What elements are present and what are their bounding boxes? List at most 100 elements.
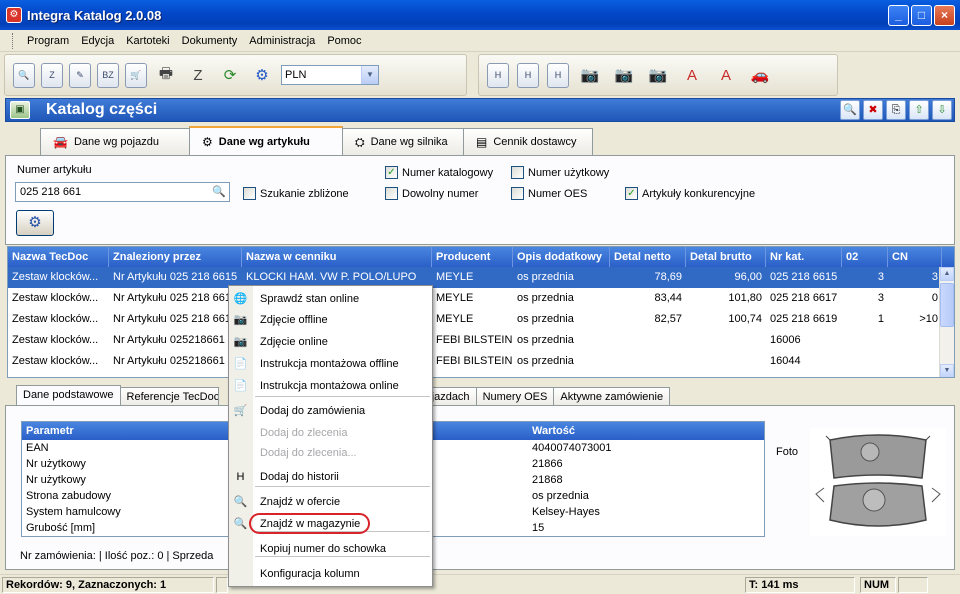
status-bar: Rekordów: 9, Zaznaczonych: 1 T: 141 ms N… [0,574,960,594]
camera-online-icon[interactable]: 📷 [611,62,637,88]
filter-numer-uzytkowy[interactable]: Numer użytkowy [511,166,609,179]
table-cell [888,330,942,351]
checkbox-box[interactable]: ✓ [625,187,638,200]
context-menu-item-zdjecie-offline[interactable]: 📷 Zdjęcie offline [229,310,432,330]
printer-icon[interactable]: 🖶 [153,62,179,88]
maximize-button[interactable]: □ [911,5,932,26]
globe-refresh-icon[interactable]: ⟳ [217,62,243,88]
col-02[interactable]: 02 [842,247,888,267]
subtab-aktywne-zamowienie[interactable]: Aktywne zamówienie [553,387,671,406]
tab-cennik-dostawcy[interactable]: ▤ Cennik dostawcy [463,128,593,155]
col-detal-brutto[interactable]: Detal brutto [686,247,766,267]
search-button[interactable]: ⚙ [16,210,54,236]
header-gear-icon[interactable]: H [547,62,569,88]
col-nazwa-tecdoc[interactable]: Nazwa TecDoc [8,247,109,267]
col-wartosc[interactable]: Wartość [528,422,575,440]
checkbox-box[interactable]: ✓ [385,166,398,179]
settings-globe-icon[interactable]: ⚙ [249,62,275,88]
table-cell: 96,00 [734,271,762,283]
filter-artykuly-konkurencyjne[interactable]: ✓ Artykuły konkurencyjne [625,187,755,200]
context-menu-item-konfiguracja-kolumn[interactable]: Konfiguracja kolumn [229,564,432,584]
col-nazwa-w-cenniku[interactable]: Nazwa w cenniku [242,247,432,267]
col-producent[interactable]: Producent [432,247,513,267]
grid-scrollbar[interactable]: ▲ ▼ [939,267,954,377]
table-row[interactable]: Zestaw klocków... Nr Artykułu 025 218 661… [8,288,942,309]
checkbox-box[interactable] [243,187,256,200]
minimize-button[interactable]: _ [888,5,909,26]
table-row[interactable]: Zestaw klocków... Nr Artykułu 025218661 FE… [8,330,942,351]
app-logo-icon: ⚙ [6,7,22,23]
col-cn[interactable]: CN [888,247,942,267]
scroll-down-icon[interactable]: ▼ [940,364,954,377]
chevron-down-icon[interactable]: ▼ [361,66,378,84]
subtab-dane-podstawowe[interactable]: Dane podstawowe [16,385,121,406]
car-info-icon[interactable]: 🚗 [747,62,773,88]
document-z-icon[interactable]: Z [41,62,63,88]
menu-pomoc[interactable]: Pomoc [321,35,367,47]
table-row[interactable]: Zestaw klocków... Nr Artykułu 025 218 661… [8,309,942,330]
camera-offline-icon[interactable]: 📷 [645,62,671,88]
header-engine-icon[interactable]: H [517,62,539,88]
camera-icon[interactable]: 📷 [577,62,603,88]
grid-header: Nazwa TecDoc Znaleziony przez Nazwa w ce… [8,247,954,267]
menu-edycja[interactable]: Edycja [75,35,120,47]
table-row[interactable]: Zestaw klocków... Nr Artykułu 025218661 FE… [8,351,942,372]
scroll-up-icon[interactable]: ▲ [940,267,954,281]
tab-dane-wg-silnika[interactable]: ⛭ Dane wg silnika [342,128,464,155]
table-cell: 78,69 [654,271,682,283]
col-parametr[interactable]: Parametr [22,422,74,440]
pdf-icon[interactable]: A [679,62,705,88]
tab-dane-wg-artykulu[interactable]: ⚙ Dane wg artykułu [189,126,343,155]
document-bz-icon[interactable]: BZ [97,62,119,88]
filter-numer-katalogowy[interactable]: ✓ Numer katalogowy [385,166,493,179]
search-icon[interactable]: 🔍 [212,183,226,201]
context-menu-item-zdjecie-online[interactable]: 📷 Zdjęcie online [229,332,432,352]
filter-numer-oes[interactable]: Numer OES [511,187,587,200]
checkbox-box[interactable] [511,187,524,200]
context-menu-item-dodaj-do-zamowienia[interactable]: 🛒 Dodaj do zamówienia [229,401,432,421]
context-menu-item-sprawdz-stan-online[interactable]: 🌐 Sprawdź stan online [229,289,432,309]
table-cell [610,330,686,351]
menu-administracja[interactable]: Administracja [243,35,321,47]
pdf-online-icon[interactable]: A [713,62,739,88]
checkbox-box[interactable] [385,187,398,200]
copy-icon[interactable]: ⎘ [886,100,906,120]
status-time: T: 141 ms [745,577,855,593]
search-icon: 🔍 [233,518,248,530]
search-icon[interactable]: 🔍 [840,100,860,120]
upload-icon[interactable]: ⇧ [909,100,929,120]
col-znaleziony-przez[interactable]: Znaleziony przez [109,247,242,267]
context-menu-item-instrukcja-montazowa-online[interactable]: 📄 Instrukcja montażowa online [229,376,432,396]
clear-search-icon[interactable]: ✖ [863,100,883,120]
table-cell: 16044 [770,355,801,367]
cart-icon[interactable]: 🛒 [125,62,147,88]
header-car-icon[interactable]: H [487,62,509,88]
currency-select[interactable]: PLN ▼ [281,65,379,85]
document-search-icon[interactable]: 🔍 [13,62,35,88]
scroll-thumb[interactable] [940,283,954,327]
context-menu-item-dodaj-do-historii[interactable]: H Dodaj do historii [229,467,432,487]
download-icon[interactable]: ⇩ [932,100,952,120]
close-button[interactable]: × [934,5,955,26]
tab-dane-wg-pojazdu[interactable]: 🚘 Dane wg pojazdu [40,128,190,155]
context-menu-item-instrukcja-montazowa-offline[interactable]: 📄 Instrukcja montażowa offline [229,354,432,374]
col-nr-kat[interactable]: Nr kat. [766,247,842,267]
subtab-numery-oes[interactable]: Numery OES [475,387,555,406]
menu-program[interactable]: Program [21,35,75,47]
col-opis-dodatkowy[interactable]: Opis dodatkowy [513,247,610,267]
filter-dowolny-numer[interactable]: Dowolny numer [385,187,478,200]
table-cell: 025 218 6615 [770,271,838,283]
article-number-input[interactable]: 025 218 661 🔍 [15,182,230,202]
table-cell: os przednia [517,271,574,283]
document-edit-icon[interactable]: ✎ [69,62,91,88]
table-row[interactable]: Zestaw klocków... Nr Artykułu 025 218 661… [8,267,942,288]
context-menu-item-znajdz-w-ofercie[interactable]: 🔍 Znajdź w ofercie [229,492,432,512]
menu-dokumenty[interactable]: Dokumenty [176,35,244,47]
zip-icon[interactable]: Z [185,62,211,88]
checkbox-box[interactable] [511,166,524,179]
subtab-referencje-tecdoc[interactable]: Referencje TecDoc [119,387,219,406]
col-detal-netto[interactable]: Detal netto [610,247,686,267]
menu-kartoteki[interactable]: Kartoteki [120,35,175,47]
fuzzy-search-checkbox[interactable]: Szukanie zbliżone [243,187,349,200]
menu-grip [12,32,15,49]
